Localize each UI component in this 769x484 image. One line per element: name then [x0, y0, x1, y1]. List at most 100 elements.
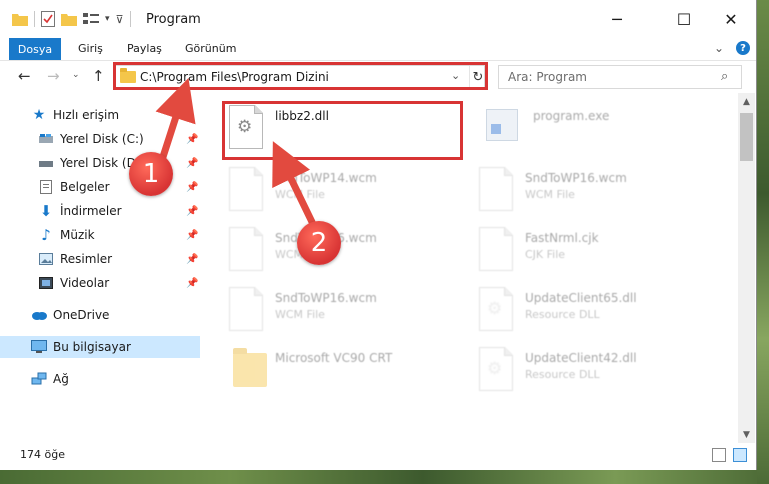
file-name: Microsoft VC90 CRT: [275, 351, 393, 365]
chevron-down-icon[interactable]: ⌄: [451, 69, 460, 82]
step-2-badge: 2: [297, 221, 341, 265]
videos-icon: [38, 275, 54, 291]
nav-label: Resimler: [60, 252, 113, 266]
vertical-scrollbar[interactable]: ▲ ▼: [738, 93, 755, 443]
downloads-icon: ⬇: [39, 202, 53, 220]
pin-icon[interactable]: 📌: [186, 158, 198, 169]
documents-icon: [38, 179, 54, 195]
drive-icon: [38, 155, 54, 171]
nav-label: OneDrive: [53, 308, 110, 322]
view-options-icon[interactable]: [83, 12, 99, 26]
nav-label: Müzik: [60, 228, 95, 242]
nav-item-downloads[interactable]: ⬇ İndirmeler 📌: [0, 200, 200, 222]
gear-icon: ⚙: [487, 359, 503, 379]
forward-arrow-icon[interactable]: →: [47, 67, 60, 85]
nav-label: Belgeler: [60, 180, 110, 194]
gear-icon: ⚙: [487, 299, 503, 319]
nav-onedrive[interactable]: OneDrive: [0, 304, 200, 326]
window-title: Program: [146, 12, 201, 27]
step-1-badge: 1: [129, 152, 173, 196]
details-view-icon[interactable]: [712, 448, 726, 462]
file-item-libbz2[interactable]: ⚙ libbz2.dll: [205, 99, 435, 153]
dll-file-icon: ⚙: [479, 287, 513, 331]
navigation-pane: ★ Hızlı erişim Yerel Disk (C:) 📌 Yerel D…: [0, 100, 205, 440]
nav-item-pictures[interactable]: Resimler 📌: [0, 248, 200, 270]
address-bar[interactable]: C:\Program Files\Program Dizini ⌄ ↻: [113, 65, 485, 89]
refresh-icon[interactable]: ↻: [469, 66, 486, 88]
file-name: SndToWP16.wcm: [525, 171, 627, 185]
folder-icon: [12, 14, 28, 26]
pin-icon[interactable]: 📌: [186, 254, 198, 265]
tab-view[interactable]: Görünüm: [185, 42, 236, 55]
nav-label: Videolar: [60, 276, 110, 290]
tab-file[interactable]: Dosya: [9, 38, 61, 60]
properties-icon[interactable]: [41, 11, 55, 27]
pin-icon[interactable]: 📌: [186, 230, 198, 241]
pin-icon[interactable]: 📌: [186, 278, 198, 289]
nav-item-videos[interactable]: Videolar 📌: [0, 272, 200, 294]
scroll-up-icon[interactable]: ▲: [738, 93, 755, 110]
document-icon: [229, 227, 263, 271]
file-type: Resource DLL: [525, 368, 600, 381]
search-icon: ⌕: [721, 69, 729, 84]
file-item[interactable]: ⚙ UpdateClient42.dll Resource DLL: [455, 341, 685, 395]
large-icons-view-icon[interactable]: [733, 448, 747, 462]
tab-share[interactable]: Paylaş: [127, 42, 162, 55]
minimize-button[interactable]: ─: [594, 0, 640, 38]
back-arrow-icon[interactable]: ←: [18, 67, 31, 85]
folder-icon: [120, 68, 136, 83]
folder-icon: [233, 348, 267, 387]
pin-icon[interactable]: 📌: [186, 182, 198, 193]
computer-icon: [31, 339, 47, 355]
nav-this-pc[interactable]: Bu bilgisayar: [0, 336, 200, 358]
nav-quick-access[interactable]: ★ Hızlı erişim: [0, 104, 200, 126]
file-name: SndToWP16.wcm: [275, 291, 377, 305]
file-item[interactable]: FastNrml.cjk CJK File: [455, 221, 685, 275]
file-item[interactable]: SndToWP16.wcm WCM File: [205, 281, 435, 335]
document-icon: [229, 287, 263, 331]
nav-item-music[interactable]: ♪ Müzik 📌: [0, 224, 200, 246]
up-arrow-icon[interactable]: ↑: [92, 67, 105, 85]
search-box[interactable]: Ara: Program ⌕: [498, 65, 742, 89]
status-bar: 174 öğe: [0, 443, 756, 469]
nav-network[interactable]: Ağ: [0, 368, 200, 390]
file-item[interactable]: ⚙ UpdateClient65.dll Resource DLL: [455, 281, 685, 335]
nav-label: Bu bilgisayar: [53, 340, 131, 354]
gear-icon: ⚙: [237, 117, 253, 137]
help-icon[interactable]: ?: [736, 41, 750, 55]
navigation-bar: ← → ⌄ ↑ C:\Program Files\Program Dizini …: [0, 61, 756, 93]
maximize-button[interactable]: ☐: [661, 0, 707, 38]
file-type: Resource DLL: [525, 308, 600, 321]
chevron-down-icon[interactable]: ▾: [105, 14, 110, 24]
file-name: UpdateClient65.dll: [525, 291, 637, 305]
file-name: libbz2.dll: [275, 109, 329, 123]
search-placeholder: Ara: Program: [508, 70, 587, 84]
customize-qat-icon[interactable]: ⊽: [116, 13, 124, 26]
expand-ribbon-icon[interactable]: ⌄: [714, 41, 724, 55]
file-name: FastNrml.cjk: [525, 231, 599, 245]
music-icon: ♪: [41, 226, 51, 244]
tab-home[interactable]: Giriş: [78, 42, 103, 55]
file-item[interactable]: SndToWP14.wcm WCM File: [205, 161, 435, 215]
file-item[interactable]: SndToWP16.wcm WCM File: [455, 161, 685, 215]
toolbar-separator: [34, 11, 35, 27]
file-name: UpdateClient42.dll: [525, 351, 637, 365]
nav-item-drive-c[interactable]: Yerel Disk (C:) 📌: [0, 128, 200, 150]
pin-icon[interactable]: 📌: [186, 206, 198, 217]
scroll-down-icon[interactable]: ▼: [738, 426, 755, 443]
drive-icon: [38, 131, 54, 147]
file-name: SndToWP14.wcm: [275, 171, 377, 185]
ribbon-tabs: Dosya Giriş Paylaş Görünüm ⌄ ?: [0, 38, 756, 61]
close-button[interactable]: ✕: [708, 0, 754, 38]
recent-locations-icon[interactable]: ⌄: [72, 70, 80, 80]
pin-icon[interactable]: 📌: [186, 134, 198, 145]
star-icon: ★: [32, 107, 46, 123]
new-folder-icon[interactable]: [61, 12, 77, 26]
scroll-thumb[interactable]: [740, 113, 753, 161]
pictures-icon: [38, 251, 54, 267]
desktop-background: [0, 470, 769, 484]
folder-item[interactable]: Microsoft VC90 CRT: [205, 341, 435, 395]
file-item-program-exe[interactable]: program.exe: [460, 99, 690, 153]
dll-file-icon: ⚙: [229, 105, 263, 149]
file-name: program.exe: [533, 109, 610, 123]
